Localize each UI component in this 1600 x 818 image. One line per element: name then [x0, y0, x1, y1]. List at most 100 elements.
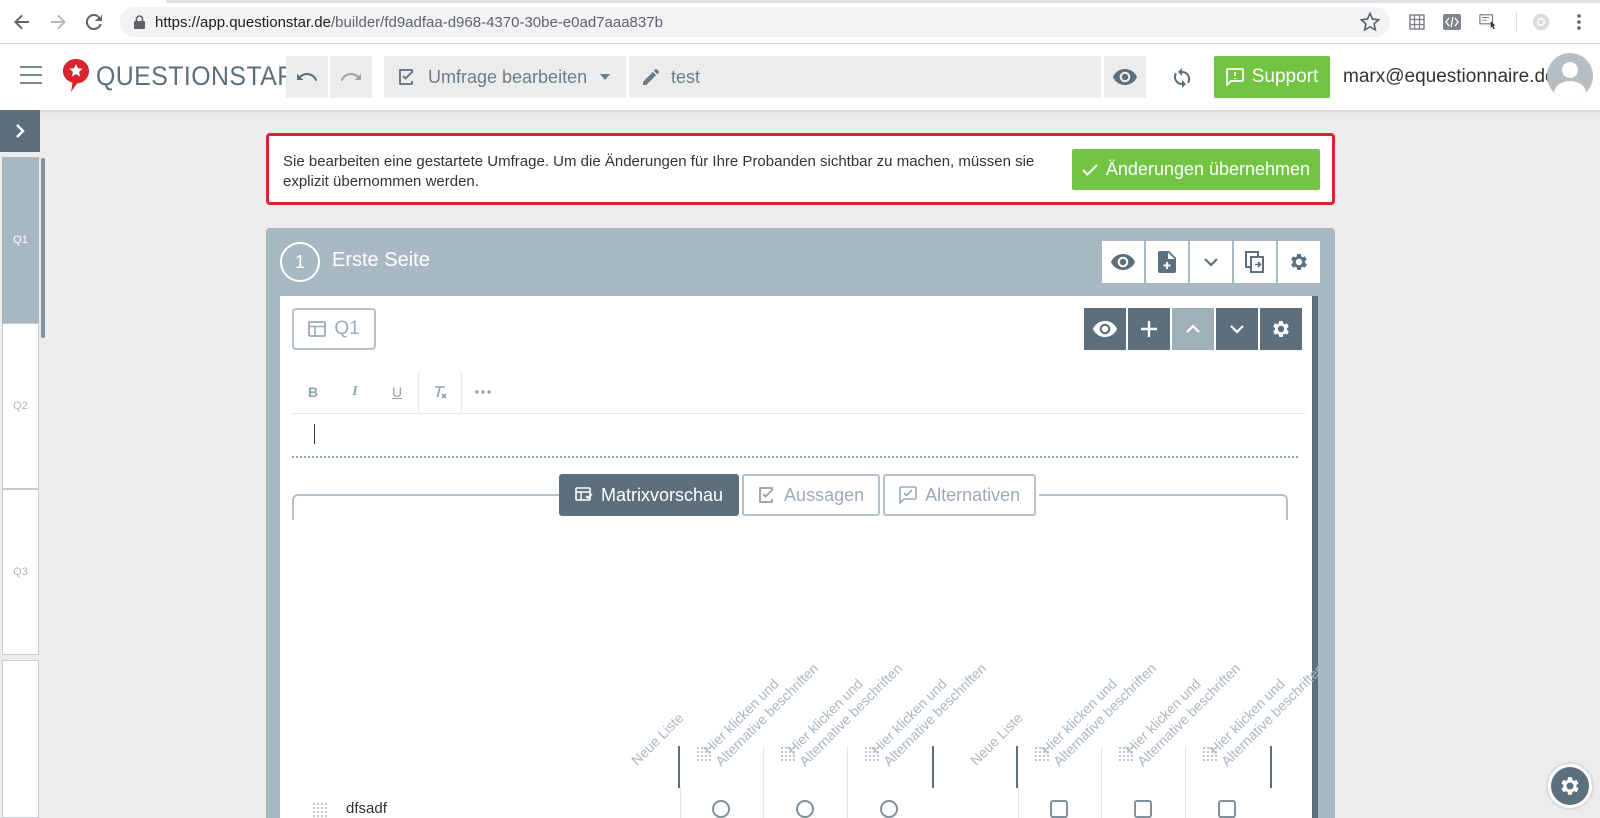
edit-checklist-icon	[399, 69, 414, 85]
reload-icon[interactable]	[84, 12, 104, 32]
question-card: Q1 B I U Matrixvorschau Aussagen Alterna…	[280, 296, 1327, 818]
column-divider	[680, 786, 681, 818]
drag-handle-icon[interactable]	[864, 746, 880, 762]
column-divider	[1018, 786, 1019, 818]
eye-icon	[1111, 254, 1135, 270]
clear-format-icon[interactable]	[419, 371, 461, 413]
page-card: 1 Erste Seite Q1 B I U Matrixvorschau Au…	[266, 228, 1335, 818]
tab-alternativen[interactable]: Alternativen	[883, 474, 1037, 516]
sidebar-item-q3[interactable]: Q3	[2, 489, 39, 655]
user-email[interactable]: marx@equestionnaire.de	[1343, 66, 1556, 88]
file-plus-icon	[1158, 251, 1176, 273]
move-up-button[interactable]	[1172, 308, 1214, 350]
active-tab-marker	[0, 0, 166, 3]
page-title[interactable]: Erste Seite	[332, 249, 430, 272]
tab-aussagen[interactable]: Aussagen	[742, 474, 881, 516]
checkbox[interactable]	[1218, 800, 1236, 818]
add-question-button[interactable]	[1128, 308, 1170, 350]
italic-icon[interactable]: I	[334, 371, 376, 413]
support-label: Support	[1251, 66, 1319, 87]
gear-icon	[1273, 321, 1289, 337]
extension-grid-icon[interactable]	[1408, 13, 1426, 31]
sidebar-item-label: Q3	[13, 566, 28, 578]
floating-settings-button[interactable]	[1546, 762, 1594, 810]
started-survey-alert: Sie bearbeiten eine gestartete Umfrage. …	[266, 133, 1335, 205]
logo-text: QUESTIONSTAR	[96, 60, 296, 91]
preview-button[interactable]	[1104, 56, 1146, 98]
url-path: /builder/fd9adfaa-d968-4370-30be-e0ad7aa…	[330, 13, 663, 31]
apply-changes-button[interactable]: Änderungen übernehmen	[1072, 149, 1320, 190]
browser-toolbar: https://app.questionstar.de/builder/fd9a…	[0, 0, 1600, 44]
copy-icon	[1245, 251, 1264, 273]
undo-button[interactable]	[286, 56, 328, 98]
checkbox[interactable]	[1134, 800, 1152, 818]
matrix-preview-icon	[575, 487, 593, 501]
extension-code-icon[interactable]	[1443, 13, 1461, 31]
mode-dropdown[interactable]: Umfrage bearbeiten	[384, 56, 626, 98]
bold-icon[interactable]: B	[292, 371, 334, 413]
checkbox[interactable]	[1050, 800, 1068, 818]
sidebar-item-label: Q2	[13, 400, 28, 412]
eye-icon	[1093, 321, 1117, 337]
question-toolbar	[1084, 308, 1304, 350]
back-icon[interactable]	[12, 12, 32, 32]
text-editor-input[interactable]	[314, 424, 315, 444]
survey-title-field[interactable]: test	[629, 56, 1101, 98]
radio-button[interactable]	[880, 800, 898, 818]
url-text: https://app.questionstar.de/builder/fd9a…	[155, 14, 663, 31]
questionstar-logo-icon	[63, 59, 89, 92]
drag-handle-icon[interactable]	[696, 746, 712, 762]
row-drag-handle-icon[interactable]	[312, 802, 328, 818]
check-icon	[1082, 163, 1098, 176]
radio-button[interactable]	[796, 800, 814, 818]
survey-title: test	[671, 66, 701, 87]
move-down-button[interactable]	[1216, 308, 1258, 350]
forward-icon[interactable]	[48, 12, 68, 32]
logo[interactable]: QUESTIONSTAR	[62, 58, 313, 94]
question-tabs: Matrixvorschau Aussagen Alternativen	[559, 474, 1040, 516]
text-editor-toolbar: B I U	[292, 370, 1306, 414]
underline-icon[interactable]: U	[376, 371, 418, 413]
url-host: https://app.questionstar.de	[155, 13, 331, 31]
question-preview-button[interactable]	[1084, 308, 1126, 350]
redo-button[interactable]	[330, 56, 372, 98]
bookmark-star-icon[interactable]	[1360, 12, 1380, 32]
tab-matrixvorschau[interactable]: Matrixvorschau	[559, 474, 740, 516]
question-label[interactable]: Q1	[292, 308, 376, 350]
more-options-icon[interactable]	[462, 371, 504, 413]
drag-handle-icon[interactable]	[1202, 746, 1218, 762]
chevron-up-icon	[1186, 324, 1200, 333]
chevron-right-icon	[16, 124, 25, 138]
page-settings-button[interactable]	[1278, 241, 1320, 283]
sidebar-expand-button[interactable]	[0, 110, 40, 152]
profile-icon[interactable]	[1532, 13, 1550, 31]
add-page-button[interactable]	[1146, 241, 1188, 283]
drag-handle-icon[interactable]	[1034, 746, 1050, 762]
sidebar-item-q4[interactable]	[2, 660, 39, 818]
sidebar-item-q1[interactable]: Q1	[2, 157, 39, 323]
drag-handle-icon[interactable]	[1118, 746, 1134, 762]
drag-handle-icon[interactable]	[780, 746, 796, 762]
page-move-down-button[interactable]	[1190, 241, 1232, 283]
duplicate-page-button[interactable]	[1234, 241, 1276, 283]
alternatives-icon	[899, 486, 917, 504]
statements-icon	[759, 487, 774, 503]
browser-menu-icon[interactable]	[1570, 13, 1588, 31]
sidebar-item-label: Q1	[13, 234, 28, 246]
caret-down-icon	[600, 74, 610, 80]
matrix-table-icon	[308, 321, 327, 337]
radio-button[interactable]	[712, 800, 730, 818]
page-preview-button[interactable]	[1102, 241, 1144, 283]
extension-screenshot-icon[interactable]	[1479, 13, 1497, 31]
group-divider	[678, 746, 680, 788]
apply-changes-label: Änderungen übernehmen	[1105, 159, 1311, 179]
support-button[interactable]: Support	[1214, 56, 1330, 98]
avatar[interactable]	[1547, 53, 1593, 99]
hamburger-menu-icon[interactable]	[20, 66, 42, 84]
sidebar-scrollbar[interactable]	[41, 158, 45, 338]
address-bar[interactable]: https://app.questionstar.de/builder/fd9a…	[120, 7, 1390, 37]
sidebar-item-q2[interactable]: Q2	[2, 323, 39, 489]
row-label[interactable]: dfsadf	[346, 800, 387, 817]
sync-icon[interactable]	[1170, 66, 1194, 90]
question-settings-button[interactable]	[1260, 308, 1302, 350]
